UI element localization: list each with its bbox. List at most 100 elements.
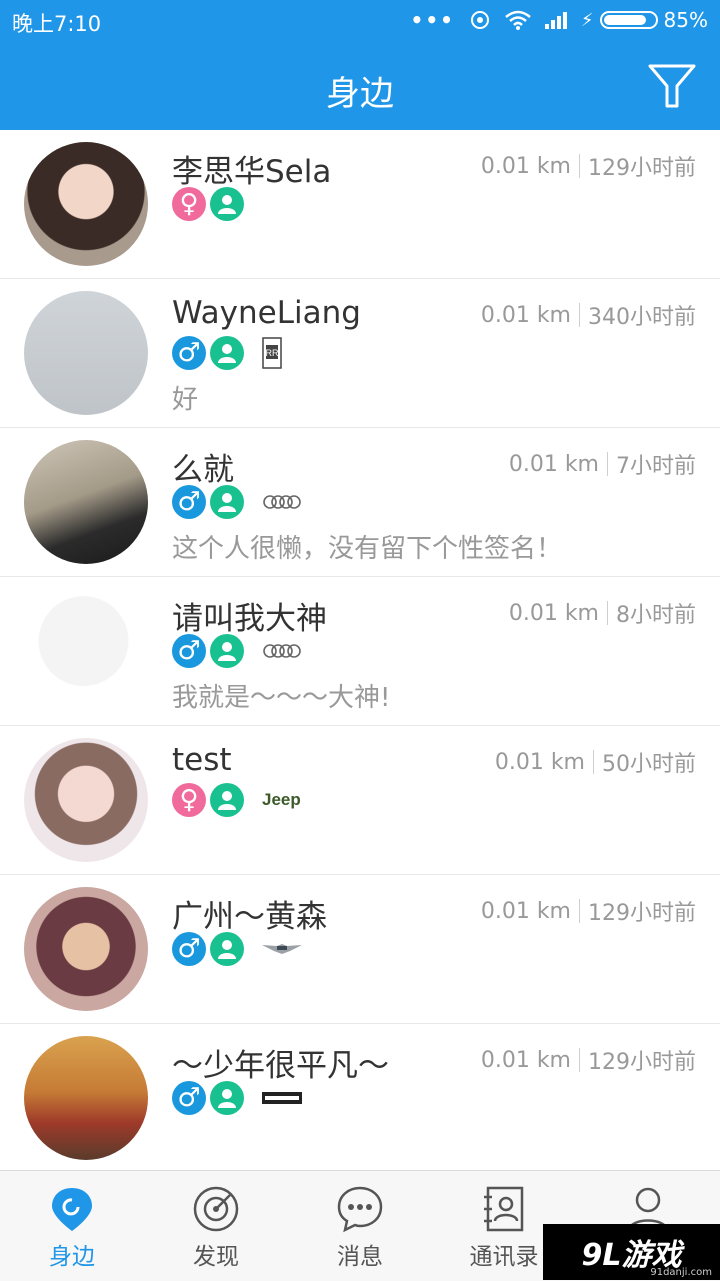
meta-divider xyxy=(579,899,580,923)
jeep-car-brand-icon: Jeep xyxy=(262,790,301,810)
user-last-seen: 340小时前 xyxy=(588,305,696,330)
tab-label: 发现 xyxy=(193,1244,239,1270)
signal-icon xyxy=(544,11,567,29)
verified-person-icon xyxy=(210,634,244,668)
notification-dots-icon: ••• xyxy=(410,8,455,32)
user-avatar[interactable] xyxy=(24,738,148,862)
user-list-item[interactable]: 请叫我大神 0.01 km 8小时前 ♂ 我就是～～～大神! xyxy=(0,577,720,726)
chat-bubble-icon xyxy=(337,1186,383,1233)
status-icons: ••• ⚡ 85% xyxy=(411,8,708,32)
verified-person-icon xyxy=(210,1081,244,1115)
location-icon xyxy=(52,1188,92,1231)
user-name: 么就 xyxy=(172,452,234,488)
status-bar: 晚上7:10 ••• ⚡ 85% xyxy=(0,0,720,40)
user-badges: ♀ xyxy=(172,186,244,222)
male-gender-icon: ♂ xyxy=(172,932,206,966)
aston-martin-car-brand-icon xyxy=(262,942,302,956)
tab-nearby[interactable]: 身边 xyxy=(0,1171,144,1281)
car-brand-label: Jeep xyxy=(262,790,301,809)
user-last-seen: 50小时前 xyxy=(602,752,696,777)
male-gender-icon: ♂ xyxy=(172,336,206,370)
verified-person-icon xyxy=(210,783,244,817)
contacts-icon xyxy=(484,1186,524,1232)
meta-divider xyxy=(579,154,580,178)
meta-divider xyxy=(579,303,580,327)
user-meta: 0.01 km 129小时前 xyxy=(481,1044,696,1076)
user-avatar[interactable] xyxy=(24,142,148,266)
user-distance: 0.01 km xyxy=(508,451,599,477)
rolls-royce-car-brand-icon: RR xyxy=(262,337,282,369)
user-meta: 0.01 km 7小时前 xyxy=(509,448,696,480)
user-distance: 0.01 km xyxy=(494,749,585,775)
user-list-item[interactable]: 广州～黄森 0.01 km 129小时前 ♂ xyxy=(0,875,720,1024)
user-meta: 0.01 km 8小时前 xyxy=(509,597,696,629)
user-signature: 这个人很懒，没有留下个性签名！ xyxy=(172,534,563,564)
user-signature: 我就是～～～大神! xyxy=(172,683,391,713)
user-list-item[interactable]: test 0.01 km 50小时前 ♀ Jeep xyxy=(0,726,720,875)
tab-messages[interactable]: 消息 xyxy=(288,1171,432,1281)
male-gender-icon: ♂ xyxy=(172,634,206,668)
user-list-item[interactable]: ～少年很平凡～ 0.01 km 129小时前 ♂ xyxy=(0,1024,720,1173)
user-last-seen: 8小时前 xyxy=(616,603,696,628)
user-avatar[interactable] xyxy=(24,589,148,713)
battery-indicator: ⚡ 85% xyxy=(581,8,708,32)
verified-person-icon xyxy=(210,187,244,221)
meta-divider xyxy=(607,452,608,476)
user-badges: ♂ xyxy=(172,484,302,520)
nearby-user-list: 李思华Sela 0.01 km 129小时前 ♀ WayneLiang 0.01 km 34… xyxy=(0,130,720,1173)
watermark-site: 91danji.com xyxy=(650,1267,712,1278)
user-avatar[interactable] xyxy=(24,887,148,1011)
user-distance: 0.01 km xyxy=(480,153,571,179)
user-avatar[interactable] xyxy=(24,440,148,564)
user-meta: 0.01 km 340小时前 xyxy=(481,299,696,331)
user-list-item[interactable]: 么就 0.01 km 7小时前 ♂ 这个人很懒，没有留下个性签名！ xyxy=(0,428,720,577)
male-gender-icon: ♂ xyxy=(172,485,206,519)
user-name: 李思华Sela xyxy=(172,154,332,190)
hummer-car-brand-icon xyxy=(262,1092,302,1104)
hotspot-icon xyxy=(470,11,489,29)
user-avatar[interactable] xyxy=(24,1036,148,1160)
battery-icon xyxy=(599,11,658,29)
meta-divider xyxy=(579,1048,580,1072)
user-badges: ♂ xyxy=(172,931,302,967)
user-distance: 0.01 km xyxy=(480,1047,571,1073)
status-time: 晚上7:10 xyxy=(12,12,102,36)
meta-divider xyxy=(607,601,608,625)
user-distance: 0.01 km xyxy=(508,600,599,626)
battery-percent: 85% xyxy=(663,8,708,32)
audi-car-brand-icon xyxy=(262,643,302,659)
user-name: test xyxy=(172,742,232,778)
female-gender-icon: ♀ xyxy=(172,187,206,221)
user-badges: ♂ xyxy=(172,633,302,669)
user-signature: 好 xyxy=(172,385,199,415)
user-distance: 0.01 km xyxy=(480,302,571,328)
app-bar: 身边 xyxy=(0,40,720,130)
user-list-item[interactable]: WayneLiang 0.01 km 340小时前 ♂ RR 好 xyxy=(0,279,720,428)
user-last-seen: 129小时前 xyxy=(588,901,696,926)
female-gender-icon: ♀ xyxy=(172,783,206,817)
tab-label: 消息 xyxy=(337,1244,383,1270)
user-last-seen: 7小时前 xyxy=(616,454,696,479)
svg-text:RR: RR xyxy=(266,348,279,358)
wifi-icon xyxy=(505,10,531,30)
audi-car-brand-icon xyxy=(262,494,302,510)
user-last-seen: 129小时前 xyxy=(588,156,696,181)
user-name: WayneLiang xyxy=(172,295,361,331)
user-badges: ♂ RR xyxy=(172,335,282,371)
filter-funnel-icon[interactable] xyxy=(644,58,700,114)
user-name: 广州～黄森 xyxy=(172,899,327,935)
user-meta: 0.01 km 50小时前 xyxy=(495,746,696,778)
charging-icon: ⚡ xyxy=(580,9,594,31)
user-last-seen: 129小时前 xyxy=(588,1050,696,1075)
user-avatar[interactable] xyxy=(24,291,148,415)
user-name: ～少年很平凡～ xyxy=(172,1048,389,1084)
user-badges: ♀ Jeep xyxy=(172,782,301,818)
verified-person-icon xyxy=(210,336,244,370)
verified-person-icon xyxy=(210,485,244,519)
tab-discover[interactable]: 发现 xyxy=(144,1171,288,1281)
user-name: 请叫我大神 xyxy=(172,601,327,637)
site-watermark: 9L游戏 91danji.com xyxy=(543,1224,720,1280)
verified-person-icon xyxy=(210,932,244,966)
user-distance: 0.01 km xyxy=(480,898,571,924)
user-list-item[interactable]: 李思华Sela 0.01 km 129小时前 ♀ xyxy=(0,130,720,279)
